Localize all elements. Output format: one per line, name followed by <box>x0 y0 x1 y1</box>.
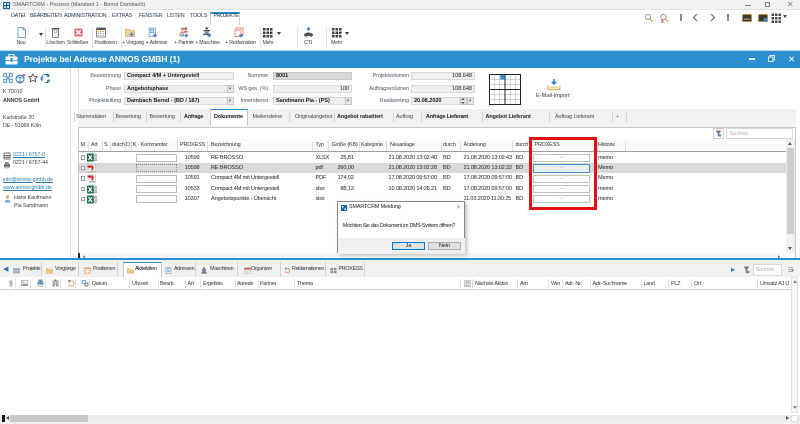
svg-text:CD: CD <box>180 33 184 37</box>
svg-text:x: x <box>661 19 664 23</box>
